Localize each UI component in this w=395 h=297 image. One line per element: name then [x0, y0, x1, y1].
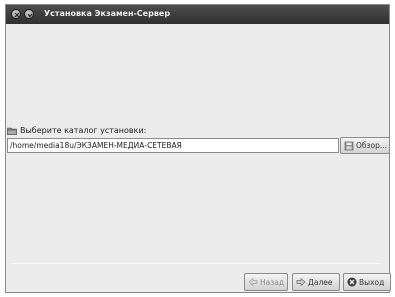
install-path-input[interactable] [7, 138, 339, 153]
exit-button[interactable]: Выход [343, 273, 391, 291]
install-dir-label: Выберите каталог установки: [20, 126, 147, 135]
folder-icon [7, 127, 17, 135]
next-button[interactable]: Далее [292, 273, 340, 291]
cancel-icon [347, 277, 357, 287]
close-icon [14, 12, 20, 18]
back-label: Назад [260, 277, 285, 287]
button-separator [12, 263, 380, 264]
title-bar: Установка Экзамен-Сервер [6, 5, 389, 24]
install-dir-prompt: Выберите каталог установки: [7, 126, 146, 135]
close-window-button[interactable] [11, 9, 21, 19]
window-title: Установка Экзамен-Сервер [44, 9, 171, 18]
exit-label: Выход [359, 277, 385, 287]
next-label: Далее [308, 277, 333, 287]
arrow-right-icon [296, 277, 306, 287]
save-disk-icon [344, 141, 354, 150]
chevron-down-icon [27, 13, 33, 18]
window-menu-button[interactable] [24, 9, 34, 19]
browse-button[interactable]: Обзор... [340, 137, 390, 154]
browse-label: Обзор... [356, 141, 388, 150]
arrow-left-icon [248, 277, 258, 287]
back-button[interactable]: Назад [244, 273, 288, 291]
